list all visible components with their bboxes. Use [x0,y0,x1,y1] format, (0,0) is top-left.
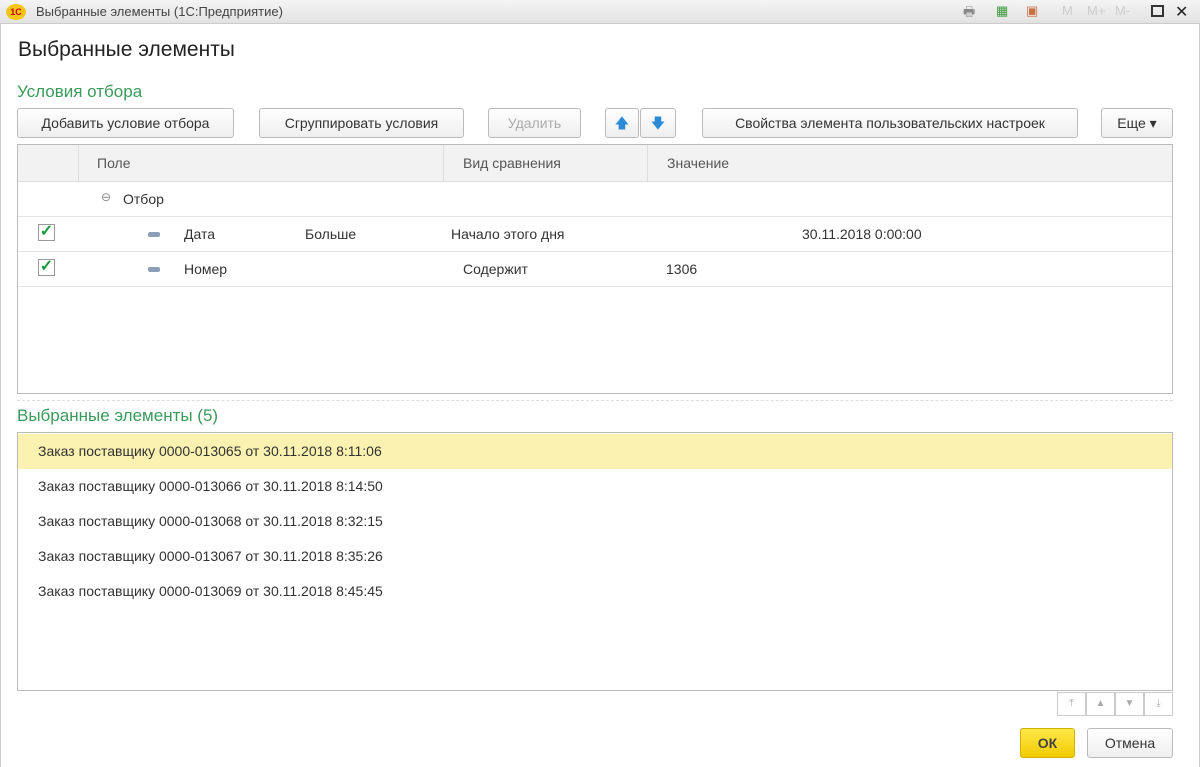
list-item[interactable]: Заказ поставщику 0000-013067 от 30.11.20… [18,539,1172,574]
list-item[interactable]: Заказ поставщику 0000-013066 от 30.11.20… [18,469,1172,504]
selected-section-title: Выбранные элементы (5) [17,406,219,425]
table-row[interactable]: ✓ Номер Содержит 1306 [18,252,1172,287]
group-conditions-button[interactable]: Сгруппировать условия [259,108,464,138]
row-checkbox[interactable]: ✓ [38,259,55,276]
app-logo: 1С [6,4,26,20]
memory-plus-button[interactable]: M+ [1087,3,1105,18]
collapse-icon[interactable]: ⊖ [101,190,111,204]
condition-icon [148,267,160,272]
memory-button[interactable]: M [1062,3,1073,18]
column-header-field[interactable]: Поле [97,155,131,171]
filter-table[interactable]: Поле Вид сравнения Значение ⊖ Отбор ✓ Да… [17,144,1173,394]
move-down-icon[interactable]: ▼ [1115,692,1144,716]
value-cell: Начало этого дня [451,226,565,242]
page-title: Выбранные элементы [18,38,235,61]
condition-icon [148,232,160,237]
window-title: Выбранные элементы (1С:Предприятие) [36,4,283,19]
comparison-cell: Содержит [463,261,528,277]
delete-button[interactable]: Удалить [488,108,581,138]
column-header-comparison[interactable]: Вид сравнения [463,155,561,171]
value-date-cell: 30.11.2018 0:00:00 [802,226,922,242]
user-settings-properties-button[interactable]: Свойства элемента пользовательских настр… [702,108,1078,138]
list-item[interactable]: Заказ поставщику 0000-013065 от 30.11.20… [18,434,1172,469]
move-last-icon[interactable]: ⤓ [1144,692,1173,716]
splitter[interactable] [17,400,1173,401]
list-item[interactable]: Заказ поставщику 0000-013068 от 30.11.20… [18,504,1172,539]
move-down-button[interactable]: 🡇 [640,108,676,138]
calculator-icon[interactable]: ▦ [996,3,1008,19]
move-up-button[interactable]: 🡅 [605,108,639,138]
value-cell: 1306 [666,261,698,277]
maximize-icon[interactable] [1151,5,1164,17]
move-up-icon[interactable]: ▲ [1086,692,1115,716]
move-first-icon[interactable]: ⤒ [1057,692,1086,716]
field-cell: Дата [184,226,216,242]
table-row[interactable]: ✓ Дата Больше Начало этого дня 30.11.201… [18,217,1172,252]
close-icon[interactable]: ✕ [1175,2,1188,22]
add-filter-button[interactable]: Добавить условие отбора [17,108,234,138]
group-label: Отбор [123,191,164,207]
cancel-button[interactable]: Отмена [1087,728,1173,758]
title-bar: 1С Выбранные элементы (1С:Предприятие) 🖶… [0,0,1200,24]
field-cell: Номер [184,261,228,277]
table-row-group[interactable]: ⊖ Отбор [18,182,1172,217]
print-icon[interactable]: 🖶 [963,3,975,25]
column-header-value[interactable]: Значение [667,155,729,171]
ok-button[interactable]: ОК [1020,728,1075,758]
filter-section-title: Условия отбора [17,82,143,101]
table-header: Поле Вид сравнения Значение [18,145,1172,182]
selected-items-list[interactable]: Заказ поставщику 0000-013065 от 30.11.20… [17,432,1173,691]
comparison-cell: Больше [305,226,357,242]
row-checkbox[interactable]: ✓ [38,224,55,241]
list-item[interactable]: Заказ поставщику 0000-013069 от 30.11.20… [18,574,1172,609]
more-button[interactable]: Еще ▾ [1101,108,1173,138]
calendar-icon[interactable]: ▣ [1026,3,1038,19]
memory-minus-button[interactable]: M- [1115,3,1130,18]
